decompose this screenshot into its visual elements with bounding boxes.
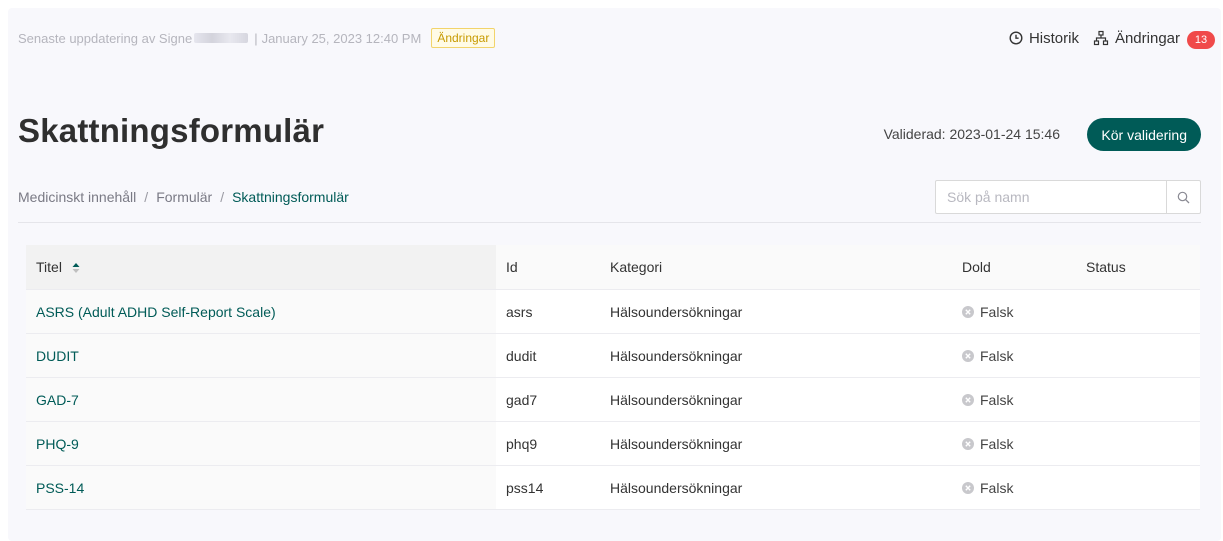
column-header-status[interactable]: Status	[1076, 245, 1200, 290]
table-row: GAD-7 gad7 Hälsoundersökningar Falsk	[26, 377, 1200, 422]
cell-status	[1076, 377, 1200, 422]
cell-status	[1076, 333, 1200, 378]
search-icon	[1177, 191, 1190, 203]
table-row: ASRS (Adult ADHD Self-Report Scale) asrs…	[26, 289, 1200, 334]
cell-hidden: Falsk	[952, 377, 1076, 422]
updated-by-text: Senaste uppdatering av Signe	[18, 30, 193, 46]
breadcrumb-separator: /	[220, 189, 225, 205]
form-title-link[interactable]: PSS-14	[36, 480, 84, 496]
table-row: PHQ-9 phq9 Hälsoundersökningar Falsk	[26, 421, 1200, 466]
cell-category: Hälsoundersökningar	[600, 333, 952, 378]
history-button[interactable]: Historik	[1009, 30, 1079, 47]
cell-id: dudit	[496, 333, 600, 378]
cell-id: pss14	[496, 465, 600, 510]
column-title-label: Titel	[36, 259, 62, 275]
cell-status	[1076, 289, 1200, 334]
sort-icon[interactable]	[72, 262, 80, 274]
clock-icon	[1009, 31, 1023, 45]
column-header-id[interactable]: Id	[496, 245, 600, 290]
update-separator: |	[254, 30, 258, 46]
search-box	[935, 180, 1201, 214]
run-validation-button[interactable]: Kör validering	[1087, 118, 1201, 151]
hidden-value: Falsk	[980, 347, 1014, 364]
changes-label: Ändringar	[1114, 29, 1180, 47]
cell-title: PSS-14	[26, 465, 496, 510]
form-title-link[interactable]: DUDIT	[36, 348, 79, 364]
x-circle-icon	[962, 349, 974, 362]
x-circle-icon	[962, 437, 974, 450]
cell-status	[1076, 421, 1200, 466]
changes-button[interactable]: Ändringar 13	[1093, 27, 1215, 49]
x-circle-icon	[962, 481, 974, 494]
breadcrumb: Medicinskt innehåll / Formulär / Skattni…	[18, 189, 349, 205]
history-label: Historik	[1028, 29, 1079, 47]
cell-category: Hälsoundersökningar	[600, 465, 952, 510]
header-divider	[18, 222, 1201, 223]
redacted-name	[194, 33, 249, 43]
update-info-bar: Senaste uppdatering av Signe | January 2…	[18, 26, 496, 50]
column-header-category[interactable]: Kategori	[600, 245, 952, 290]
page-title: Skattningsformulär	[18, 112, 325, 149]
cell-id: gad7	[496, 377, 600, 422]
cell-title: PHQ-9	[26, 421, 496, 466]
form-title-link[interactable]: GAD-7	[36, 392, 79, 408]
column-header-title[interactable]: Titel	[26, 245, 496, 290]
cell-title: DUDIT	[26, 333, 496, 378]
cell-hidden: Falsk	[952, 465, 1076, 510]
hidden-value: Falsk	[980, 303, 1014, 320]
hidden-value: Falsk	[980, 391, 1014, 408]
breadcrumb-medical-content[interactable]: Medicinskt innehåll	[18, 189, 136, 205]
form-title-link[interactable]: ASRS (Adult ADHD Self-Report Scale)	[36, 304, 276, 320]
cell-hidden: Falsk	[952, 333, 1076, 378]
search-button[interactable]	[1166, 181, 1200, 213]
form-title-link[interactable]: PHQ-9	[36, 436, 79, 452]
cell-category: Hälsoundersökningar	[600, 289, 952, 334]
cell-id: phq9	[496, 421, 600, 466]
cell-status	[1076, 465, 1200, 510]
breadcrumb-current: Skattningsformulär	[232, 189, 349, 205]
updated-date: January 25, 2023 12:40 PM	[261, 30, 422, 46]
changes-status-badge: Ändringar	[431, 28, 496, 48]
breadcrumb-separator: /	[144, 189, 149, 205]
forms-table: Titel Id Kategori Dold Status ASRS (Adul…	[26, 245, 1200, 510]
cell-title: GAD-7	[26, 377, 496, 422]
x-circle-icon	[962, 393, 974, 406]
hidden-value: Falsk	[980, 479, 1014, 496]
breadcrumb-forms[interactable]: Formulär	[156, 189, 212, 205]
sitemap-icon	[1093, 30, 1109, 46]
cell-hidden: Falsk	[952, 289, 1076, 334]
validated-timestamp: Validerad: 2023-01-24 15:46	[883, 126, 1060, 142]
table-row: PSS-14 pss14 Hälsoundersökningar Falsk	[26, 465, 1200, 510]
cell-title: ASRS (Adult ADHD Self-Report Scale)	[26, 289, 496, 334]
cell-hidden: Falsk	[952, 421, 1076, 466]
hidden-value: Falsk	[980, 435, 1014, 452]
top-actions: Historik Ändringar 13	[995, 27, 1215, 49]
cell-id: asrs	[496, 289, 600, 334]
search-input[interactable]	[936, 181, 1166, 213]
cell-category: Hälsoundersökningar	[600, 421, 952, 466]
cell-category: Hälsoundersökningar	[600, 377, 952, 422]
column-header-hidden[interactable]: Dold	[952, 245, 1076, 290]
table-header-row: Titel Id Kategori Dold Status	[26, 245, 1200, 290]
changes-count-badge: 13	[1187, 31, 1215, 49]
table-row: DUDIT dudit Hälsoundersökningar Falsk	[26, 333, 1200, 378]
x-circle-icon	[962, 305, 974, 318]
